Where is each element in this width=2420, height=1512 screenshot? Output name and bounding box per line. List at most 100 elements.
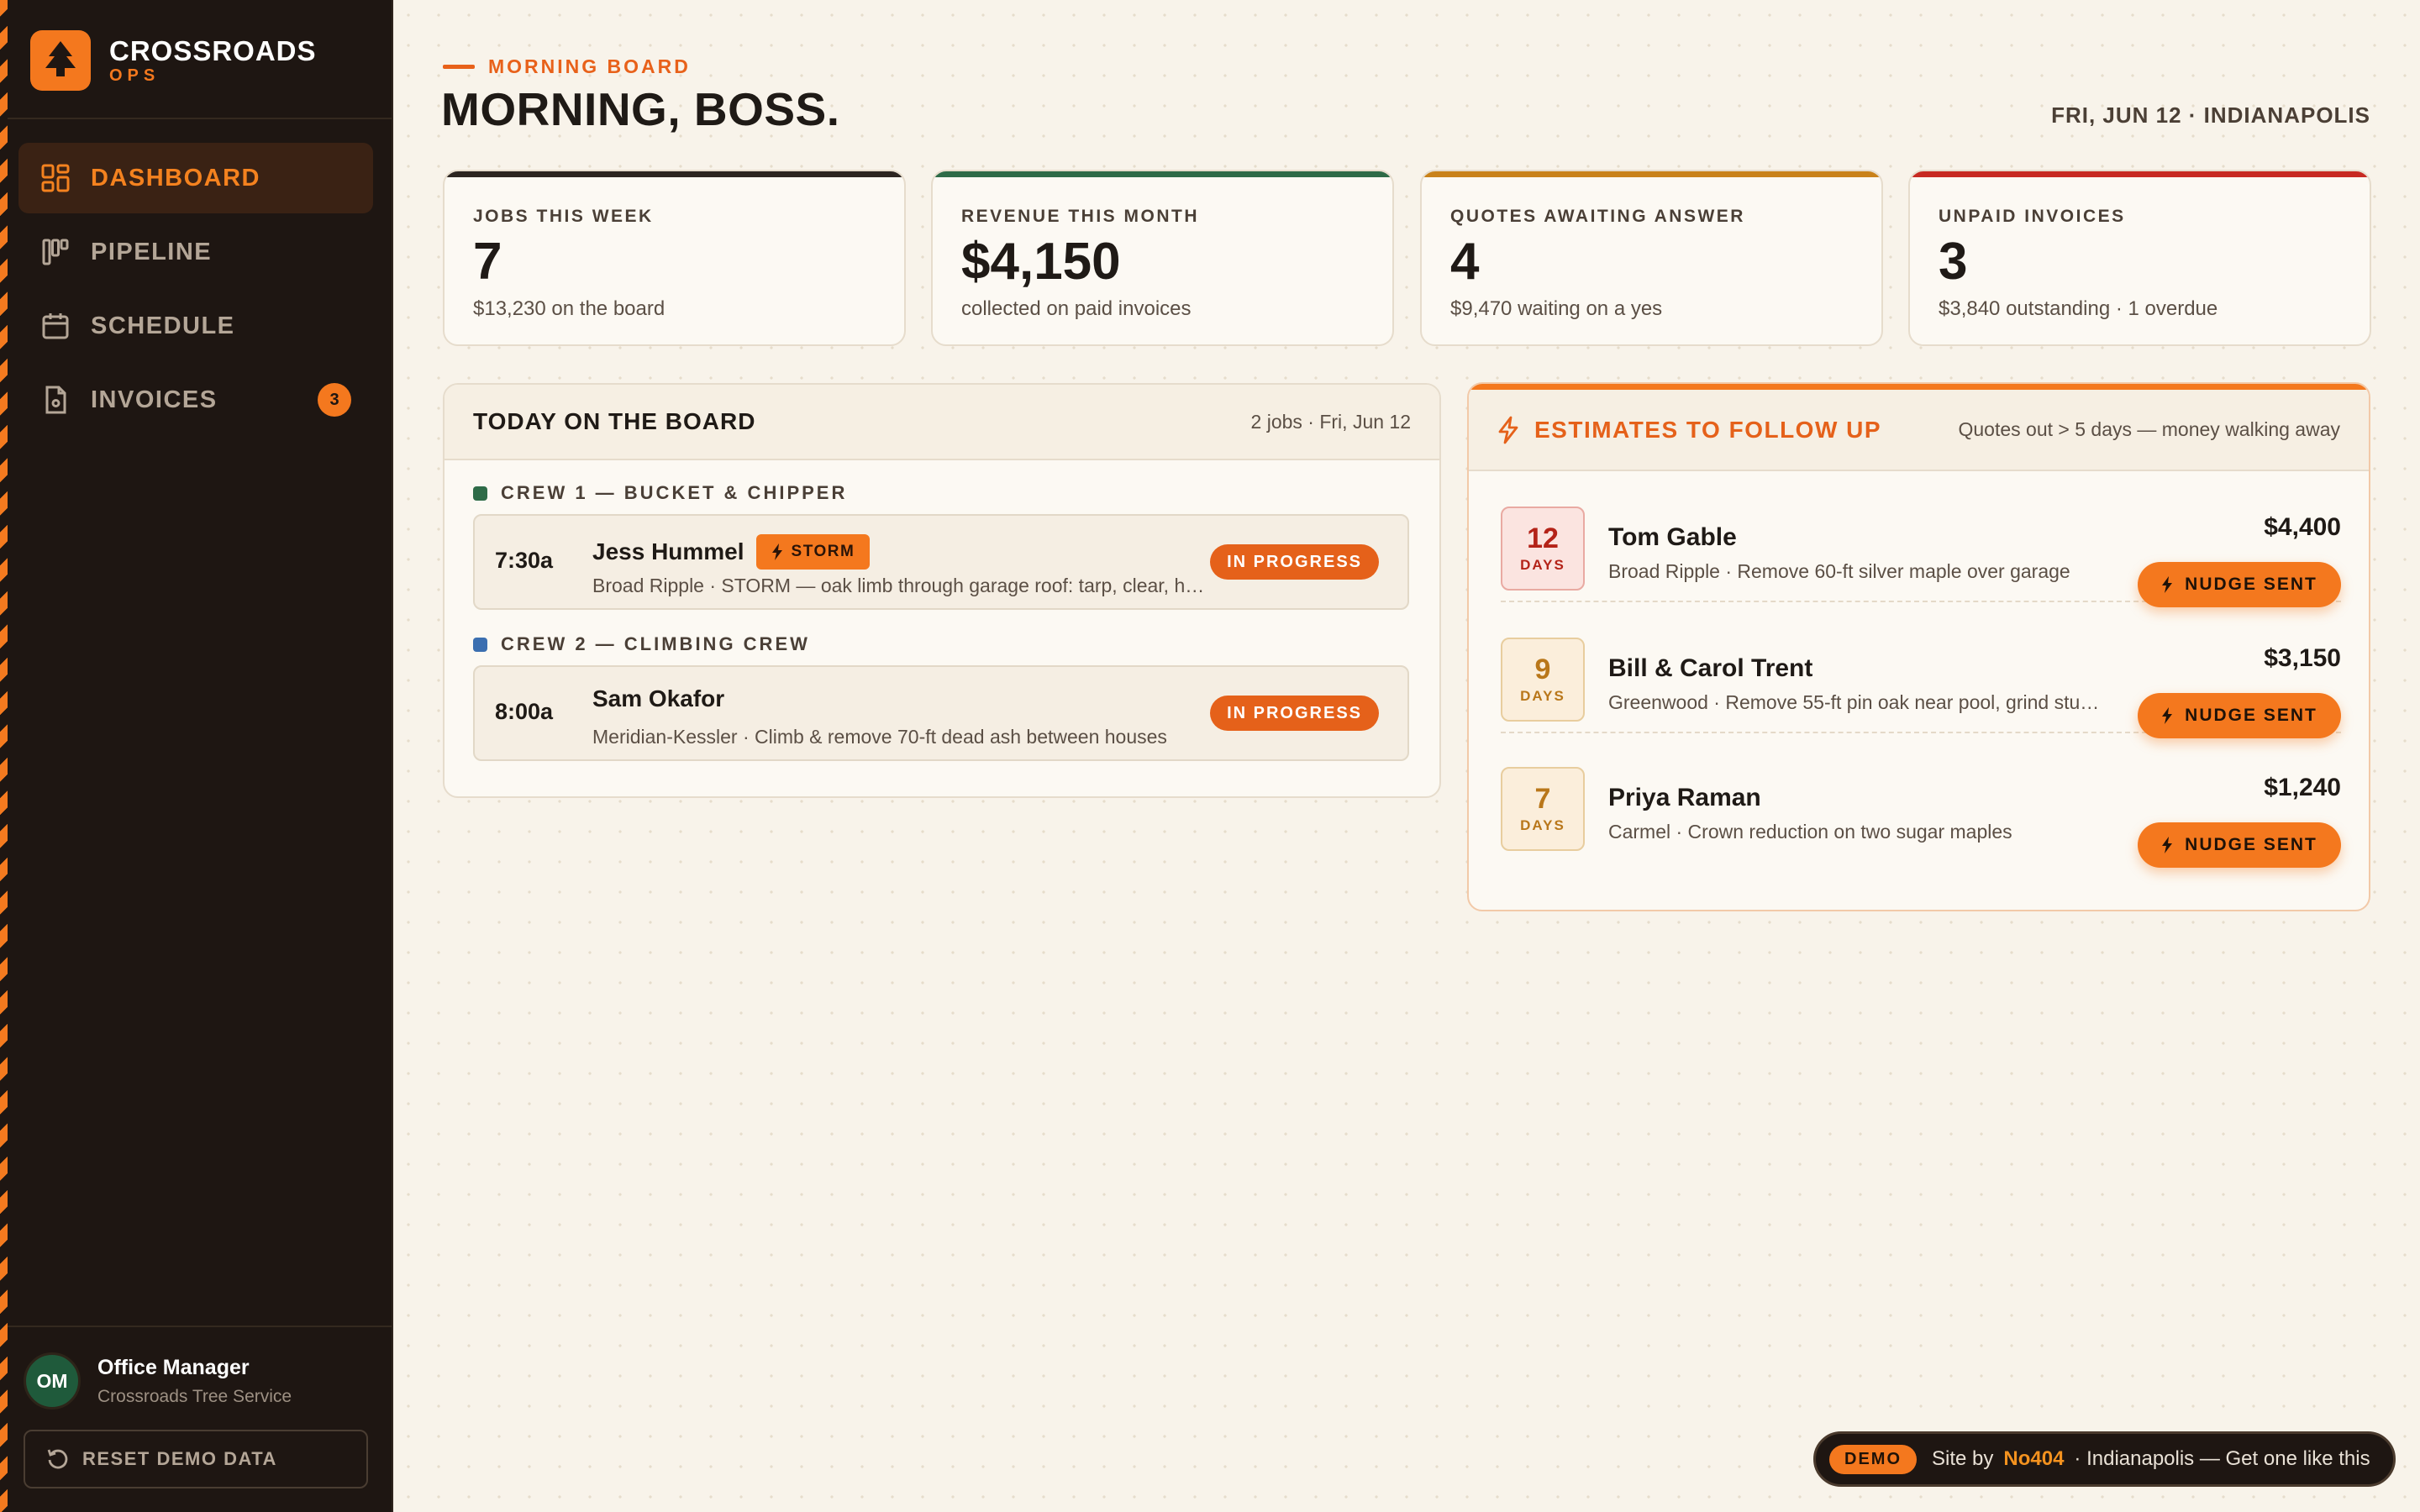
sidebar-item-label: DASHBOARD xyxy=(91,164,260,192)
panel-title: ESTIMATES TO FOLLOW UP xyxy=(1534,416,1882,443)
pipeline-icon xyxy=(40,237,71,267)
job-description: Meridian-Kessler · Climb & remove 70-ft … xyxy=(592,726,1167,748)
estimate-row[interactable]: 7 DAYS Priya Raman Carmel · Crown reduct… xyxy=(1501,732,2341,868)
sidebar: CROSSROADS OPS DASHBOARD PIPELINE SCHEDU… xyxy=(0,0,393,1512)
user-name: Office Manager xyxy=(97,1355,250,1379)
panel-accent-bar xyxy=(1469,384,2369,390)
demo-chip: DEMO xyxy=(1829,1444,1917,1474)
date-location: FRI, JUN 12 · INDIANAPOLIS xyxy=(2051,102,2370,128)
days-outstanding: 12 DAYS xyxy=(1501,507,1585,591)
sidebar-item-pipeline[interactable]: PIPELINE xyxy=(18,217,373,287)
crew-name: CREW 1 — BUCKET & CHIPPER xyxy=(501,482,848,503)
sidebar-divider xyxy=(8,1326,392,1327)
stat-label: UNPAID INVOICES xyxy=(1939,207,2126,226)
eyebrow: MORNING BOARD xyxy=(443,55,691,78)
estimate-row[interactable]: 12 DAYS Tom Gable Broad Ripple · Remove … xyxy=(1501,471,2341,607)
job-time: 8:00a xyxy=(495,699,554,724)
lightning-icon xyxy=(771,543,782,560)
stat-card-quotes[interactable]: QUOTES AWAITING ANSWER 4 $9,470 waiting … xyxy=(1420,170,1883,346)
estimate-row[interactable]: 9 DAYS Bill & Carol Trent Greenwood · Re… xyxy=(1501,602,2341,738)
days-unit: DAYS xyxy=(1520,817,1565,833)
lightning-icon xyxy=(2162,837,2173,853)
today-board-panel: TODAY ON THE BOARD 2 jobs · Fri, Jun 12 … xyxy=(443,383,1441,798)
sidebar-item-label: SCHEDULE xyxy=(91,312,235,339)
stat-label: QUOTES AWAITING ANSWER xyxy=(1450,207,1745,226)
stat-accent-bar xyxy=(445,171,904,177)
panel-meta: Quotes out > 5 days — money walking away xyxy=(1958,418,2341,440)
days-unit: DAYS xyxy=(1520,557,1565,573)
job-row[interactable]: 7:30a Jess Hummel STORM Broad Ripple · S… xyxy=(473,514,1409,610)
estimate-customer: Tom Gable xyxy=(1608,523,1737,551)
brand[interactable]: CROSSROADS OPS xyxy=(30,30,317,91)
eyebrow-bar xyxy=(443,65,475,69)
estimate-description: Carmel · Crown reduction on two sugar ma… xyxy=(1608,821,2012,843)
demo-brand-link[interactable]: No404 xyxy=(2003,1447,2064,1471)
stat-value: 7 xyxy=(473,233,502,291)
stat-card-revenue[interactable]: REVENUE THIS MONTH $4,150 collected on p… xyxy=(931,170,1394,346)
estimate-amount: $4,400 xyxy=(2264,513,2341,541)
nudge-sent-button[interactable]: NUDGE SENT xyxy=(2138,562,2341,607)
job-time: 7:30a xyxy=(495,548,554,573)
stat-accent-bar xyxy=(1422,171,1881,177)
nudge-label: NUDGE SENT xyxy=(2185,835,2317,854)
status-badge: IN PROGRESS xyxy=(1210,696,1379,731)
stat-value: 3 xyxy=(1939,233,1968,291)
crew-color-dot xyxy=(473,486,487,501)
sidebar-item-label: PIPELINE xyxy=(91,238,213,265)
job-customer-name: Sam Okafor xyxy=(592,685,725,711)
days-unit: DAYS xyxy=(1520,688,1565,704)
stat-value: 4 xyxy=(1450,233,1480,291)
estimate-description: Greenwood · Remove 55-ft pin oak near po… xyxy=(1608,691,2104,713)
stat-card-unpaid[interactable]: UNPAID INVOICES 3 $3,840 outstanding · 1… xyxy=(1908,170,2371,346)
days-outstanding: 9 DAYS xyxy=(1501,638,1585,722)
hazard-stripe xyxy=(0,0,8,1512)
stat-sub: $13,230 on the board xyxy=(473,297,666,320)
crew-label: CREW 2 — CLIMBING CREW xyxy=(473,633,810,655)
job-customer: Jess Hummel STORM xyxy=(592,534,871,570)
panel-header: ESTIMATES TO FOLLOW UP Quotes out > 5 da… xyxy=(1469,384,2369,471)
demo-credit-bar[interactable]: DEMO Site by No404 · Indianapolis — Get … xyxy=(1813,1431,2396,1487)
days-outstanding: 7 DAYS xyxy=(1501,767,1585,851)
sidebar-item-invoices[interactable]: INVOICES 3 xyxy=(18,365,373,435)
invoice-icon xyxy=(40,385,71,415)
stat-sub: $3,840 outstanding · 1 overdue xyxy=(1939,297,2218,320)
job-description: Broad Ripple · STORM — oak limb through … xyxy=(592,575,1206,596)
panel-header: TODAY ON THE BOARD 2 jobs · Fri, Jun 12 xyxy=(445,385,1439,460)
sidebar-item-label: INVOICES xyxy=(91,386,218,413)
crew-name: CREW 2 — CLIMBING CREW xyxy=(501,633,810,654)
estimate-customer: Bill & Carol Trent xyxy=(1608,654,1813,682)
nudge-sent-button[interactable]: NUDGE SENT xyxy=(2138,822,2341,868)
sidebar-item-dashboard[interactable]: DASHBOARD xyxy=(18,143,373,213)
estimate-customer: Priya Raman xyxy=(1608,784,1761,811)
stat-card-jobs[interactable]: JOBS THIS WEEK 7 $13,230 on the board xyxy=(443,170,906,346)
demo-site-by: Site by xyxy=(1932,1447,1994,1470)
stat-accent-bar xyxy=(1910,171,2370,177)
storm-tag: STORM xyxy=(755,534,871,570)
eyebrow-text: MORNING BOARD xyxy=(488,55,691,77)
reset-demo-button[interactable]: RESET DEMO DATA xyxy=(24,1430,368,1488)
sidebar-item-schedule[interactable]: SCHEDULE xyxy=(18,291,373,361)
panel-meta: 2 jobs · Fri, Jun 12 xyxy=(1250,410,1411,433)
reset-icon xyxy=(47,1449,68,1469)
days-count: 7 xyxy=(1534,783,1551,815)
reset-demo-label: RESET DEMO DATA xyxy=(82,1448,277,1469)
estimate-amount: $3,150 xyxy=(2264,644,2341,672)
crew-label: CREW 1 — BUCKET & CHIPPER xyxy=(473,482,847,504)
brand-name: CROSSROADS xyxy=(109,35,317,66)
demo-cta-link[interactable]: · Indianapolis — Get one like this xyxy=(2074,1447,2370,1471)
storm-tag-label: STORM xyxy=(791,543,855,560)
invoices-count-badge: 3 xyxy=(318,383,351,417)
status-badge: IN PROGRESS xyxy=(1210,544,1379,580)
stat-accent-bar xyxy=(933,171,1392,177)
lightning-icon xyxy=(1498,416,1518,444)
calendar-icon xyxy=(40,311,71,341)
nudge-label: NUDGE SENT xyxy=(2185,706,2317,725)
lightning-icon xyxy=(2162,707,2173,724)
estimate-description: Broad Ripple · Remove 60-ft silver maple… xyxy=(1608,560,2070,582)
job-row[interactable]: 8:00a Sam Okafor Meridian-Kessler · Clim… xyxy=(473,665,1409,761)
page-title: MORNING, BOSS. xyxy=(441,83,840,135)
stat-sub: $9,470 waiting on a yes xyxy=(1450,297,1663,320)
user-profile[interactable]: OM Office Manager Crossroads Tree Servic… xyxy=(24,1352,292,1410)
stat-value: $4,150 xyxy=(961,233,1121,291)
job-customer-name: Jess Hummel xyxy=(592,538,744,564)
